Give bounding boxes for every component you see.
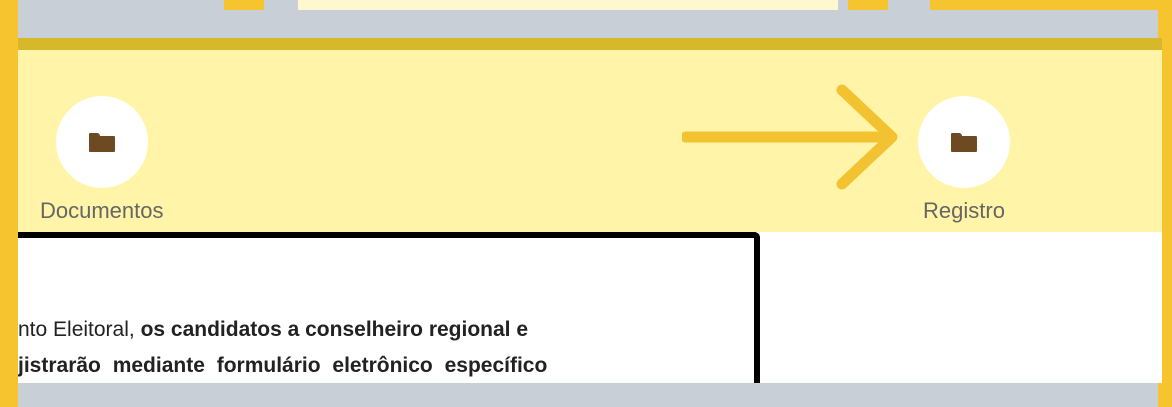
app-window: Documentos Registro nto Eleitoral, os ca…	[18, 38, 1162, 383]
folder-icon	[88, 132, 115, 152]
top-accent-bar	[18, 38, 1162, 50]
document-line-1-bold: os candidatos a conselheiro regional e	[140, 318, 529, 341]
frame-top-segment	[298, 0, 838, 10]
document-panel: nto Eleitoral, os candidatos a conselhei…	[18, 232, 760, 383]
nav-item-documentos[interactable]: Documentos	[40, 96, 164, 224]
nav-circle[interactable]	[55, 96, 148, 188]
nav-item-registro[interactable]: Registro	[918, 96, 1010, 224]
frame-top-segment	[224, 0, 264, 10]
document-line-1-regular: nto Eleitoral,	[18, 318, 141, 341]
nav-label-documentos: Documentos	[40, 198, 164, 223]
folder-icon	[951, 132, 977, 152]
document-line-2-bold: jistrarão mediante formulário eletrônico…	[18, 354, 548, 377]
nav-circle[interactable]	[918, 96, 1010, 188]
document-text: nto Eleitoral, os candidatos a conselhei…	[18, 312, 738, 383]
frame-left-border	[0, 0, 18, 407]
pointer-arrow-icon	[682, 84, 898, 190]
document-line-1: nto Eleitoral, os candidatos a conselhei…	[18, 312, 738, 348]
nav-label-registro: Registro	[923, 198, 1005, 223]
document-line-2: jistrarão mediante formulário eletrônico…	[18, 348, 738, 383]
frame-top-segment	[930, 0, 1172, 10]
frame-top-segment	[848, 0, 888, 10]
